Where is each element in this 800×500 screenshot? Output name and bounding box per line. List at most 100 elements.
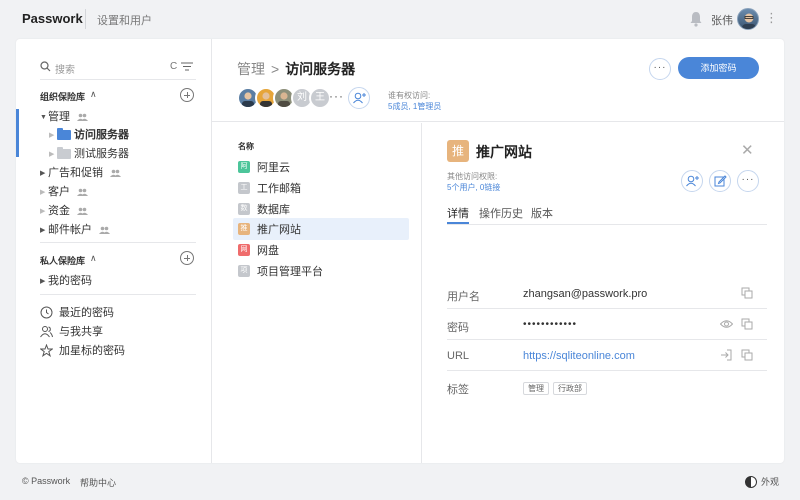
breadcrumb-parent[interactable]: 管理: [237, 61, 265, 77]
more-actions-button[interactable]: ···: [649, 58, 671, 80]
users-icon: [40, 325, 53, 337]
open-link-icon[interactable]: [720, 349, 732, 361]
eye-icon[interactable]: [720, 318, 733, 330]
url-link[interactable]: https://sqliteonline.com: [523, 350, 635, 362]
starred-passwords-link[interactable]: 加星标的密码: [40, 342, 125, 358]
filter-icon[interactable]: [181, 62, 193, 71]
password-value[interactable]: ••••••••••••: [523, 319, 577, 330]
access-summary-link[interactable]: 5成员, 1管理员: [388, 101, 441, 112]
more-vertical-icon[interactable]: ⋮: [765, 11, 778, 24]
list-item[interactable]: 阿阿里云: [233, 156, 409, 178]
column-header-name[interactable]: 名称: [238, 141, 254, 152]
users-icon: [77, 188, 89, 197]
sidebar: 搜索 C 组织保险库 ∧ ▼管理 ▶ 访问服务器 ▶ 测试服务器 ▶ 广告和促销 ▶ 客…: [16, 39, 212, 463]
list-item[interactable]: 工工作邮箱: [233, 177, 409, 199]
avatar[interactable]: [737, 8, 759, 30]
list-item[interactable]: 数数据库: [233, 198, 409, 220]
other-access-link[interactable]: 5个用户, 0链接: [447, 182, 500, 193]
search-input[interactable]: 搜索 C: [40, 59, 196, 77]
divider: [40, 242, 196, 243]
help-center-link[interactable]: 帮助中心: [80, 476, 116, 489]
recent-passwords-link[interactable]: 最近的密码: [40, 304, 114, 320]
tag-badge[interactable]: 管理: [523, 382, 549, 395]
password-detail: 推 推广网站 ✕ 其他访问权限: 5个用户, 0链接 ··· 详情 操作历史 版…: [423, 123, 784, 463]
users-icon: [99, 226, 111, 235]
more-actions-button[interactable]: ···: [737, 170, 759, 192]
tree-item-my-passwords[interactable]: ▶ 我的密码: [40, 272, 92, 288]
other-access-label: 其他访问权限:: [447, 172, 498, 181]
avatar[interactable]: 王: [309, 87, 331, 109]
add-user-icon: [686, 175, 699, 187]
add-vault-icon[interactable]: [180, 251, 194, 265]
add-vault-icon[interactable]: [180, 88, 194, 102]
field-label: 标签: [447, 384, 469, 396]
page-title: 访问服务器: [285, 61, 356, 77]
footer: © Passwork 帮助中心 外观: [0, 470, 800, 492]
settings-link[interactable]: 设置和用户: [97, 12, 152, 28]
copyright: © Passwork: [22, 476, 71, 486]
users-icon: [77, 113, 89, 122]
caret-right-icon: ▶: [40, 208, 46, 216]
list-item-selected[interactable]: 推推广网站: [233, 218, 409, 240]
caret-right-icon: ▶: [40, 278, 46, 286]
field-url: URL https://sqliteonline.com: [447, 340, 767, 371]
field-label: 密码: [447, 322, 469, 334]
tree-item-mail-accounts[interactable]: ▶ 邮件帐户: [40, 221, 111, 237]
private-vault-title: 私人保险库: [40, 256, 86, 266]
bell-icon[interactable]: [689, 11, 703, 27]
tree-item-clients[interactable]: ▶ 客户: [40, 183, 89, 199]
org-vault-title: 组织保险库: [40, 92, 86, 102]
list-item[interactable]: 项项目管理平台: [233, 260, 409, 282]
item-badge: 工: [238, 182, 250, 194]
divider: [40, 79, 196, 80]
tree-item-funds[interactable]: ▶ 资金: [40, 202, 89, 218]
close-icon[interactable]: ✕: [741, 141, 754, 159]
main-card: 搜索 C 组织保险库 ∧ ▼管理 ▶ 访问服务器 ▶ 测试服务器 ▶ 广告和促销 ▶ 客…: [16, 39, 784, 463]
contrast-icon: [745, 475, 757, 488]
detail-title: 推广网站: [476, 144, 532, 160]
field-tags: 标签 管理 行政部: [447, 371, 767, 402]
tree-item-manage[interactable]: ▼管理: [40, 108, 89, 124]
edit-button[interactable]: [709, 170, 731, 192]
caret-right-icon: ▶: [40, 170, 46, 178]
add-member-button[interactable]: [348, 87, 370, 109]
active-indicator: [16, 109, 19, 157]
shared-with-me-link[interactable]: 与我共享: [40, 323, 103, 339]
top-bar: Passwork 设置和用户 张伟 ⋮: [0, 0, 800, 38]
divider: [40, 294, 196, 295]
search-placeholder: 搜索: [55, 65, 75, 76]
appearance-toggle[interactable]: 外观: [745, 475, 779, 488]
tree-item-access-servers[interactable]: ▶ 访问服务器: [49, 126, 129, 142]
chevron-up-icon[interactable]: ∧: [90, 253, 97, 264]
tree-item-ads[interactable]: ▶ 广告和促销: [40, 164, 122, 180]
tab-details[interactable]: 详情: [447, 205, 469, 221]
add-password-button[interactable]: 添加密码: [678, 57, 759, 79]
tab-versions[interactable]: 版本: [531, 205, 553, 221]
divider: [85, 9, 86, 29]
caret-right-icon: ▶: [40, 189, 46, 197]
username-value[interactable]: zhangsan@passwork.pro: [523, 288, 647, 300]
copy-icon[interactable]: [741, 349, 753, 361]
share-button[interactable]: [681, 170, 703, 192]
star-icon: [40, 343, 53, 357]
caret-right-icon: ▶: [49, 132, 55, 140]
copy-icon[interactable]: [741, 318, 753, 330]
item-badge: 项: [238, 265, 250, 277]
tag-badge[interactable]: 行政部: [553, 382, 587, 395]
tab-history[interactable]: 操作历史: [479, 205, 523, 221]
chevron-right-icon: >: [271, 61, 280, 77]
folder-icon: [57, 147, 71, 160]
field-label: 用户名: [447, 291, 480, 303]
more-horizontal-icon[interactable]: ···: [329, 89, 344, 103]
folder-header: 管理 > 访问服务器 刘 王 ··· 谁有权访问: 5成员, 1管理员 ··· 添加…: [212, 39, 784, 122]
item-badge: 数: [238, 203, 250, 215]
user-name[interactable]: 张伟: [711, 12, 733, 28]
field-label: URL: [447, 350, 470, 362]
field-username: 用户名 zhangsan@passwork.pro: [447, 278, 767, 309]
chevron-up-icon[interactable]: ∧: [90, 89, 97, 100]
tree-item-test-servers[interactable]: ▶ 测试服务器: [49, 145, 129, 161]
app-logo[interactable]: Passwork: [22, 11, 83, 26]
copy-icon[interactable]: [741, 287, 753, 299]
list-item[interactable]: 网网盘: [233, 239, 409, 261]
active-tab-indicator: [447, 222, 469, 224]
